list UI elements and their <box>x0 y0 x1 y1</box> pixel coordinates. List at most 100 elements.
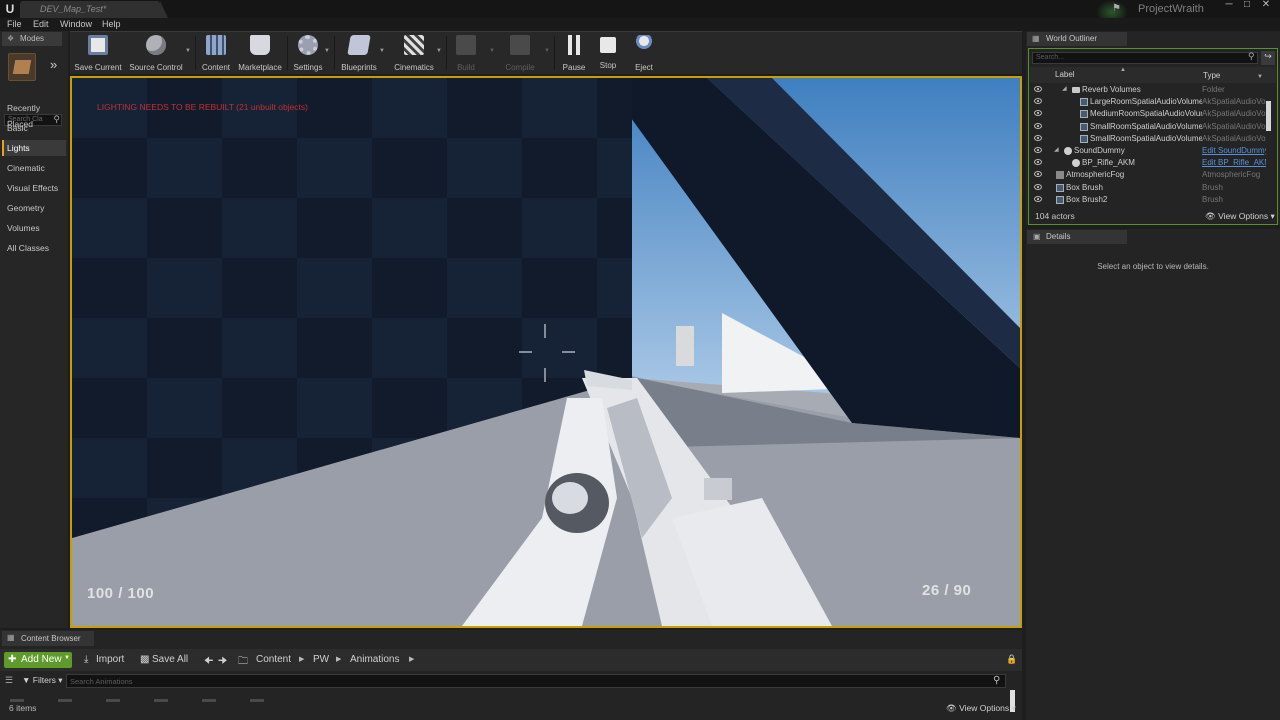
visibility-eye-icon[interactable] <box>1034 147 1042 153</box>
compile-button[interactable]: Compile <box>500 35 540 73</box>
breadcrumb-animations[interactable]: Animations <box>350 654 399 665</box>
edit-blueprint-link[interactable]: Edit BP_Rifle_AKM <box>1202 158 1266 167</box>
pause-button[interactable]: Pause <box>558 35 590 73</box>
visibility-eye-icon[interactable] <box>1034 98 1042 105</box>
mode-cat-basic[interactable]: Basic <box>2 120 66 136</box>
history-back-icon[interactable]: 🠈 <box>204 654 213 671</box>
marketplace-button[interactable]: Marketplace <box>236 35 284 73</box>
asset-thumbnail[interactable] <box>202 699 216 702</box>
outliner-row[interactable]: Box Brush2 Brush <box>1030 195 1266 207</box>
save-all-button[interactable]: Save All <box>152 654 188 665</box>
visibility-eye-icon[interactable] <box>1034 110 1042 117</box>
settings-button[interactable]: Settings <box>290 35 326 73</box>
content-search-input[interactable]: Search Animations <box>66 674 1006 688</box>
eject-button[interactable]: Eject <box>628 35 660 73</box>
breadcrumb-content[interactable]: Content <box>256 654 291 665</box>
visibility-eye-icon[interactable] <box>1034 195 1042 202</box>
visibility-eye-icon[interactable] <box>1034 134 1042 141</box>
asset-thumbnail[interactable] <box>58 699 72 702</box>
asset-thumbnail[interactable] <box>250 699 264 702</box>
visibility-eye-icon[interactable] <box>1034 159 1042 166</box>
details-panel: ▣ Details Select an object to view detai… <box>1026 229 1280 720</box>
blueprints-button[interactable]: Blueprints <box>338 35 380 73</box>
place-mode-icon[interactable] <box>8 53 36 81</box>
asset-thumbnail[interactable] <box>10 699 24 702</box>
modes-tab[interactable]: ❖ Modes <box>2 32 62 46</box>
menu-help[interactable]: Help <box>102 19 121 29</box>
stop-button[interactable]: Stop <box>592 35 624 73</box>
menu-window[interactable]: Window <box>60 19 92 29</box>
menu-file[interactable]: File <box>7 19 22 29</box>
mode-cat-cinematic[interactable]: Cinematic <box>2 160 66 176</box>
mode-cat-geometry[interactable]: Geometry <box>2 200 66 216</box>
settings-icon <box>298 35 318 55</box>
settings-dropdown-icon[interactable]: ▼ <box>324 48 330 54</box>
breadcrumb-arrow-icon[interactable]: ▶ <box>299 655 304 663</box>
save-current-button[interactable]: Save Current <box>72 35 124 73</box>
expand-modes-icon[interactable]: » <box>50 57 57 72</box>
add-new-icon: ✚ <box>8 654 17 665</box>
close-button[interactable]: ✕ <box>1258 0 1274 12</box>
mode-cat-visual-effects[interactable]: Visual Effects <box>2 180 66 196</box>
content-browser-tab[interactable]: ▦ Content Browser <box>2 631 94 646</box>
outliner-scrollbar[interactable] <box>1266 101 1271 131</box>
outliner-row[interactable]: ◢ Reverb Volumes Folder <box>1030 85 1266 97</box>
rifle-grip-lines <box>704 478 732 500</box>
asset-thumbnail[interactable] <box>106 699 120 702</box>
asset-thumbnail[interactable] <box>154 699 168 702</box>
expand-arrow-icon[interactable]: ◢ <box>1062 85 1067 92</box>
filters-button[interactable]: ▼ Filters ▾ <box>22 675 63 686</box>
visibility-eye-icon[interactable] <box>1034 183 1042 190</box>
build-button[interactable]: Build <box>450 35 482 73</box>
minimize-button[interactable]: ─ <box>1221 0 1237 12</box>
world-outliner-tab[interactable]: ▦ World Outliner <box>1027 32 1127 46</box>
details-tab[interactable]: ▣ Details <box>1027 230 1127 244</box>
maximize-button[interactable]: □ <box>1239 0 1255 12</box>
add-new-button[interactable]: ✚ Add New ▼ <box>4 652 72 668</box>
level-viewport[interactable]: LIGHTING NEEDS TO BE REBUILT (21 unbuilt… <box>70 76 1022 628</box>
column-label[interactable]: Label <box>1055 70 1075 79</box>
mode-cat-lights[interactable]: Lights <box>2 140 66 156</box>
mode-cat-all-classes[interactable]: All Classes <box>2 240 66 256</box>
expand-arrow-icon[interactable]: ◢ <box>1054 146 1059 153</box>
folder-path-icon[interactable]: 🗀 <box>238 654 248 671</box>
lock-icon[interactable]: 🔒 <box>1006 654 1017 665</box>
cinematics-dropdown-icon[interactable]: ▼ <box>436 48 442 54</box>
content-button[interactable]: Content <box>198 35 234 73</box>
import-button[interactable]: Import <box>96 654 124 665</box>
build-dropdown-icon[interactable]: ▼ <box>489 48 495 54</box>
outliner-row[interactable]: MediumRoomSpatialAudioVolume AkSpatialAud… <box>1030 109 1266 121</box>
outliner-add-icon[interactable]: ↪ <box>1261 51 1275 65</box>
outliner-row[interactable]: SmallRoomSpatialAudioVolume AkSpatialAudi… <box>1030 122 1266 134</box>
history-forward-icon[interactable]: 🠊 <box>218 654 227 671</box>
outliner-search-input[interactable]: Search... <box>1032 52 1258 64</box>
outliner-view-options-button[interactable]: 👁 View Options ▾ <box>1205 211 1275 222</box>
cinematics-button[interactable]: Cinematics <box>392 35 436 73</box>
outliner-row[interactable]: LargeRoomSpatialAudioVolume AkSpatialAudi… <box>1030 97 1266 109</box>
outliner-row[interactable]: ◢ SoundDummy Edit SoundDummy <box>1030 146 1266 158</box>
project-flag-icon[interactable]: ⚑ <box>1112 3 1124 15</box>
source-control-button[interactable]: Source Control <box>128 35 184 73</box>
source-control-dropdown-icon[interactable]: ▼ <box>185 48 191 54</box>
visibility-eye-icon[interactable] <box>1034 86 1042 92</box>
outliner-row[interactable]: SmallRoomSpatialAudioVolume AkSpatialAudi… <box>1030 134 1266 146</box>
menu-edit[interactable]: Edit <box>33 19 49 29</box>
blueprints-dropdown-icon[interactable]: ▼ <box>379 48 385 54</box>
visibility-eye-icon[interactable] <box>1034 171 1042 178</box>
column-type-dropdown-icon[interactable]: ▼ <box>1257 74 1263 80</box>
mode-cat-volumes[interactable]: Volumes <box>2 220 66 236</box>
sources-panel-toggle-icon[interactable]: ☰ <box>5 675 13 686</box>
breadcrumb-arrow-icon[interactable]: ▶ <box>336 655 341 663</box>
column-type[interactable]: Type <box>1203 71 1220 80</box>
level-tab[interactable]: DEV_Map_Test* <box>20 1 168 18</box>
outliner-row[interactable]: Box Brush Brush <box>1030 183 1266 195</box>
outliner-row[interactable]: BP_Rifle_AKM Edit BP_Rifle_AKM <box>1030 158 1266 170</box>
breadcrumb-pw[interactable]: PW <box>313 654 329 665</box>
compile-dropdown-icon[interactable]: ▼ <box>544 48 550 54</box>
mode-cat-recently-placed[interactable]: Recently Placed <box>2 100 66 129</box>
edit-blueprint-link[interactable]: Edit SoundDummy <box>1202 146 1266 155</box>
visibility-eye-icon[interactable] <box>1034 122 1042 129</box>
breadcrumb-arrow-icon[interactable]: ▶ <box>409 655 414 663</box>
cb-view-options-button[interactable]: 👁 View Options ▾ <box>946 703 1016 714</box>
outliner-row[interactable]: AtmosphericFog AtmosphericFog <box>1030 170 1266 182</box>
